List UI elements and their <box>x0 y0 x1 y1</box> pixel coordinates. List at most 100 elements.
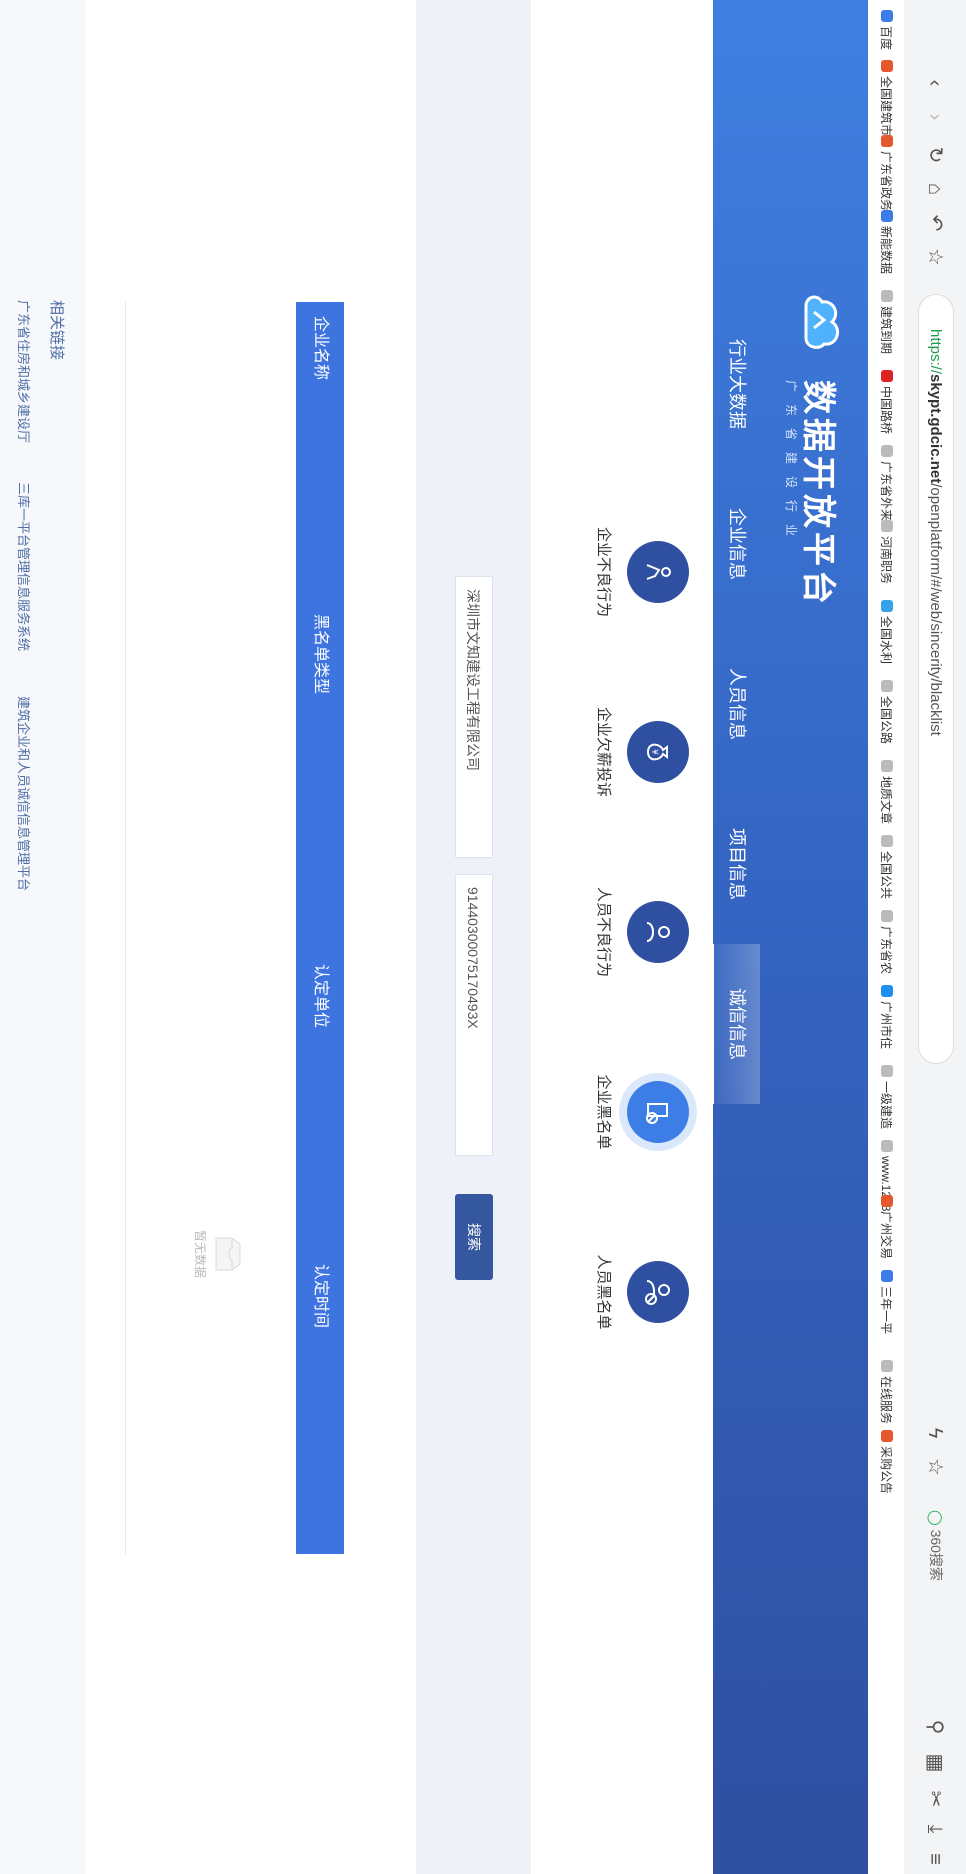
search-engine-box[interactable]: ◯ 360搜索 <box>918 1510 954 1700</box>
bookmark-label: 中国路桥 <box>879 386 893 435</box>
lightning-icon[interactable]: ϟ <box>922 1420 948 1446</box>
money-bag-icon: ¥ <box>627 721 689 783</box>
bookmark-favicon-icon <box>881 135 893 147</box>
bookmark-label: 广州交易 <box>879 1211 893 1260</box>
nav-big-data[interactable]: 行业大数据 <box>714 304 760 464</box>
bookmark-favicon-icon <box>881 290 893 302</box>
back-icon[interactable]: ‹ <box>922 70 948 96</box>
nav-projects[interactable]: 项目信息 <box>714 784 760 944</box>
column-header-issuing-unit: 认定单位 <box>312 964 329 1029</box>
bookmark-item[interactable]: 广东省农 <box>868 910 904 974</box>
bookmark-label: 全国水利 <box>879 616 893 665</box>
bookmark-favicon-icon <box>881 60 893 72</box>
bookmark-item[interactable]: 全国水利 <box>868 600 904 664</box>
footer: 相关链接 广东省住房和城乡建设厅 三库一平台管理信息服务系统 建筑企业和人员诚信… <box>0 0 86 1874</box>
bookmark-item[interactable]: 在线服务 <box>868 1360 904 1424</box>
bookmark-item[interactable]: 一级建造 <box>868 1065 904 1129</box>
search-icon[interactable]: ⚲ <box>922 1714 948 1740</box>
bookmark-favicon-icon <box>881 1195 893 1207</box>
category-personnel-blacklist[interactable]: 人员黑名单 <box>594 1232 689 1352</box>
bookmark-favicon-icon <box>881 210 893 222</box>
company-name-input[interactable]: 深圳市文知建设工程有限公司 <box>455 576 493 858</box>
scissors-icon[interactable]: ✂ <box>922 1786 948 1812</box>
bookmark-favicon-icon <box>881 1140 893 1152</box>
bookmark-item[interactable]: 中国路桥 <box>868 370 904 434</box>
bookmark-favicon-icon <box>881 370 893 382</box>
bookmark-item[interactable]: 百度 <box>868 10 904 50</box>
category-enterprise-misconduct[interactable]: 企业不良行为 <box>594 512 689 632</box>
bookmark-item[interactable]: 广州交易 <box>868 1195 904 1259</box>
browser-toolbar: ‹ › ↻ ⌂ ↶ ☆ https://skypt.gdcic.net/open… <box>903 0 966 1874</box>
nav-credit[interactable]: 诚信信息 <box>711 944 760 1104</box>
bookmark-label: 广东省政务 <box>879 151 893 212</box>
bookmark-item[interactable]: 广州市住 <box>868 985 904 1049</box>
footer-link-three-library[interactable]: 三库一平台管理信息服务系统 <box>15 482 34 651</box>
bookmark-item[interactable]: 全国建筑市 <box>868 60 904 136</box>
bookmark-item[interactable]: 广东省外来 <box>868 445 904 521</box>
bookmark-favicon-icon <box>881 835 893 847</box>
category-label: 企业不良行为 <box>595 526 612 617</box>
bookmark-item[interactable]: 三年一平 <box>868 1270 904 1334</box>
bookmark-label: 河南职务 <box>879 536 893 585</box>
bookmark-star-icon[interactable]: ☆ <box>922 1454 948 1480</box>
bookmark-item[interactable]: 采购公告 <box>868 1430 904 1494</box>
logo-subtitle: 广东省建设行业 <box>784 380 798 549</box>
bookmark-item[interactable]: 全国公路 <box>868 680 904 744</box>
person-warning-icon <box>627 901 689 963</box>
bookmark-label: 在线服务 <box>879 1376 893 1425</box>
footer-link-housing-dept[interactable]: 广东省住房和城乡建设厅 <box>15 300 34 443</box>
bookmark-item[interactable]: 地质文章 <box>868 760 904 824</box>
menu-icon[interactable]: ≡ <box>922 1846 948 1872</box>
bookmarks-bar: 百度全国建筑市广东省政务 新能数据建筑到期中国路桥广东省外来河南职务全国水利全国公… <box>867 0 904 1874</box>
category-personnel-misconduct[interactable]: 人员不良行为 <box>594 872 689 992</box>
category-label: 企业欠薪投诉 <box>595 706 612 797</box>
logo-title[interactable]: 数据开放平台 <box>797 380 846 608</box>
bookmark-label: 广东省外来 <box>879 461 893 522</box>
category-label: 企业黑名单 <box>595 1074 612 1150</box>
bookmark-favicon-icon <box>881 1430 893 1442</box>
nav-personnel[interactable]: 人员信息 <box>714 624 760 784</box>
address-bar[interactable]: https://skypt.gdcic.net/openplatform/#/w… <box>918 294 954 1064</box>
credit-code-input[interactable]: 91440300075170493X <box>455 874 493 1156</box>
bookmark-favicon-icon <box>881 520 893 532</box>
category-wage-complaints[interactable]: ¥ 企业欠薪投诉 <box>594 692 689 812</box>
bookmark-label: 全国公路 <box>879 696 893 745</box>
undo-icon[interactable]: ↶ <box>922 210 948 236</box>
bookmark-item[interactable]: 全国公共 <box>868 835 904 899</box>
cloud-logo-icon <box>804 295 840 349</box>
search-engine-label: 360搜索 <box>928 1529 944 1581</box>
search-bar: 深圳市文知建设工程有限公司 91440300075170493X 搜索 <box>416 0 531 1874</box>
empty-box-icon <box>215 1237 241 1271</box>
bookmark-favicon-icon <box>881 910 893 922</box>
bookmark-item[interactable]: 建筑到期 <box>868 290 904 354</box>
download-icon[interactable]: ⤓ <box>922 1816 948 1842</box>
star-icon[interactable]: ☆ <box>922 244 948 270</box>
bookmark-label: 一级建造 <box>879 1081 893 1130</box>
home-icon[interactable]: ⌂ <box>922 176 948 202</box>
footer-title: 相关链接 <box>48 300 65 361</box>
person-alert-icon <box>627 541 689 603</box>
column-header-company: 企业名称 <box>312 316 329 381</box>
category-row: 企业不良行为 ¥ 企业欠薪投诉 人员不良行为 企业黑名单 人员黑名单 <box>531 0 713 1874</box>
bookmark-favicon-icon <box>881 760 893 772</box>
bookmark-label: 广州市住 <box>879 1001 893 1050</box>
search-button[interactable]: 搜索 <box>455 1194 493 1280</box>
bookmark-item[interactable]: 河南职务 <box>868 520 904 584</box>
url-scheme: https:// <box>927 329 944 375</box>
category-label: 人员不良行为 <box>595 886 612 977</box>
reload-icon[interactable]: ↻ <box>922 142 948 168</box>
svg-text:¥: ¥ <box>649 749 659 755</box>
nav-enterprise[interactable]: 企业信息 <box>714 464 760 624</box>
forward-icon[interactable]: › <box>922 104 948 130</box>
apps-icon[interactable]: ▦ <box>922 1750 948 1776</box>
bookmark-favicon-icon <box>881 985 893 997</box>
building-ban-icon <box>627 1081 689 1143</box>
bookmark-item[interactable]: 广东省政务 <box>868 135 904 211</box>
person-ban-icon <box>627 1261 689 1323</box>
empty-state: 暂无数据 <box>192 1224 244 1284</box>
url-path: /openplatform/#/web/sincerity/blacklist <box>927 483 944 736</box>
bookmark-item[interactable]: 新能数据 <box>868 210 904 274</box>
bookmark-label: 采购公告 <box>879 1446 893 1495</box>
category-enterprise-blacklist[interactable]: 企业黑名单 <box>594 1052 689 1172</box>
footer-link-credit-platform[interactable]: 建筑企业和人员诚信信息管理平台 <box>15 696 34 891</box>
